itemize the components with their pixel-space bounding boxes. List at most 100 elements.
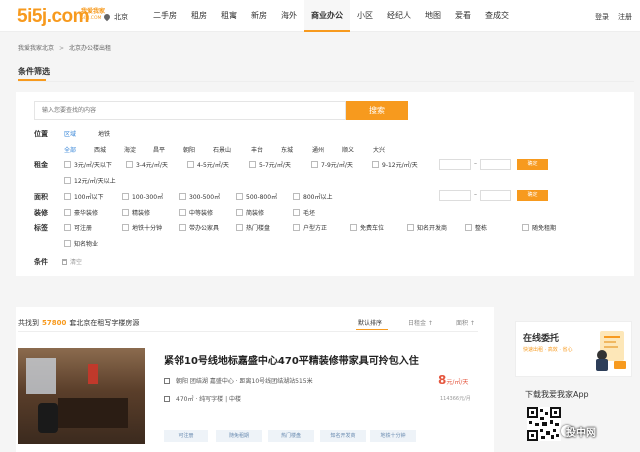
rent-option[interactable]: 12元/㎡/天以上 [64, 176, 116, 185]
search-input[interactable] [34, 101, 346, 120]
rent-max-input[interactable] [480, 159, 511, 170]
tag-option[interactable]: 免费车位 [350, 223, 384, 232]
district-haidian[interactable]: 海淀 [124, 145, 136, 154]
search-button[interactable]: 搜索 [346, 101, 408, 120]
breadcrumb-home[interactable]: 我爱我家北京 [18, 45, 54, 52]
logo-domain: 5I5J.COM [81, 16, 102, 21]
top-header: 5i5j.com 我爱我家 5I5J.COM 北京 二手房 租房 租寓 新房 海… [0, 0, 640, 32]
district-all[interactable]: 全部 [64, 145, 76, 154]
results-prefix: 共找到 [18, 319, 39, 327]
listing-tag: 随免租期 [216, 430, 262, 442]
listing-price: 8元/㎡/天 [438, 373, 468, 387]
watermark-text: 投中网 [566, 428, 596, 439]
area-option[interactable]: 500-800㎡ [236, 192, 277, 201]
tag-option[interactable]: 热门楼盘 [236, 223, 270, 232]
nav-item-zufang[interactable]: 租房 [184, 0, 214, 32]
listing-tag: 知名开发商 [320, 430, 366, 442]
district-changping[interactable]: 昌平 [153, 145, 165, 154]
decoration-option[interactable]: 简装修 [236, 208, 264, 217]
logo-subtitle: 我爱我家 [81, 8, 106, 15]
rent-label: 租金 [34, 161, 48, 169]
area-min-input[interactable] [439, 190, 471, 201]
tag-option[interactable]: 随免租期 [522, 223, 556, 232]
promo-title: 在线委托 [523, 334, 560, 344]
results-divider [18, 331, 478, 332]
photo-desk [58, 398, 128, 428]
district-chaoyang[interactable]: 朝阳 [183, 145, 195, 154]
district-tongzhou[interactable]: 通州 [312, 145, 324, 154]
tag-option[interactable]: 知名开发商 [407, 223, 447, 232]
listing-title[interactable]: 紧邻10号线地标嘉盛中心470平精装修带家具可拎包入住 [164, 352, 419, 367]
nav-item-haiwai[interactable]: 海外 [274, 0, 304, 32]
nav-item-xinfang[interactable]: 新房 [244, 0, 274, 32]
nav-item-commercial[interactable]: 商业办公 [304, 0, 350, 32]
rent-confirm-button[interactable]: 确定 [517, 159, 548, 170]
breadcrumb-separator: > [59, 45, 65, 52]
decoration-option[interactable]: 毛坯 [293, 208, 315, 217]
rent-min-input[interactable] [439, 159, 471, 170]
nav-item-aikan[interactable]: 爱看 [448, 0, 478, 32]
listing-photo[interactable] [18, 348, 145, 444]
rent-option[interactable]: 3元/㎡/天以下 [64, 160, 112, 169]
area-option[interactable]: 100-300㎡ [122, 192, 163, 201]
nav-item-zuyu[interactable]: 租寓 [214, 0, 244, 32]
filter-section-title: 条件筛选 [18, 67, 50, 76]
district-shunyi[interactable]: 顺义 [342, 145, 354, 154]
nav-item-ershoufang[interactable]: 二手房 [146, 0, 184, 32]
location-tab-district[interactable]: 区域 [64, 129, 76, 138]
rent-option[interactable]: 7-9元/㎡/天 [311, 160, 353, 169]
listing-location-text: 朝阳 团结湖 嘉盛中心 · 距离10号线团结湖站515米 [176, 378, 313, 385]
location-tab-subway[interactable]: 地铁 [98, 129, 110, 138]
site-logo[interactable]: 5i5j.com [17, 6, 90, 28]
area-option[interactable]: 300-500㎡ [179, 192, 220, 201]
breadcrumb-current[interactable]: 北京办公楼出租 [69, 45, 111, 52]
district-fengtai[interactable]: 丰台 [251, 145, 263, 154]
area-max-input[interactable] [480, 190, 511, 201]
clear-filters-button[interactable]: 清空 [62, 257, 82, 266]
tag-option[interactable]: 可注册 [64, 223, 92, 232]
promo-subtitle: 快速出租 · 高效 · 省心 [523, 347, 573, 353]
sort-daily-rent[interactable]: 日租金 ↑ [408, 318, 433, 327]
range-dash: – [474, 160, 477, 167]
area-option[interactable]: 800㎡以上 [293, 192, 332, 201]
nav-item-map[interactable]: 地图 [418, 0, 448, 32]
district-dongcheng[interactable]: 东城 [281, 145, 293, 154]
listing-monthly-price: 114366元/月 [440, 396, 471, 402]
tag-option[interactable]: 地铁十分钟 [122, 223, 162, 232]
district-shijingshan[interactable]: 石景山 [213, 145, 231, 154]
decoration-label: 装修 [34, 209, 48, 217]
nav-item-community[interactable]: 小区 [350, 0, 380, 32]
tag-option[interactable]: 带办公家具 [179, 223, 219, 232]
rent-option[interactable]: 5-7元/㎡/天 [249, 160, 291, 169]
listing-details-text: 470㎡ · 纯写字楼 | 中楼 [176, 396, 242, 403]
area-confirm-button[interactable]: 确定 [517, 190, 548, 201]
location-pin-icon [102, 12, 112, 22]
district-xicheng[interactable]: 西城 [94, 145, 106, 154]
sort-active-underline [356, 329, 388, 330]
nav-item-agent[interactable]: 经纪人 [380, 0, 418, 32]
area-option[interactable]: 100㎡以下 [64, 192, 103, 201]
tags-label: 标签 [34, 224, 48, 232]
rent-option[interactable]: 4-5元/㎡/天 [187, 160, 229, 169]
listing-tag: 可注册 [164, 430, 208, 442]
tag-option[interactable]: 整栋 [465, 223, 487, 232]
decoration-option[interactable]: 中等装修 [179, 208, 213, 217]
nav-item-deals[interactable]: 查成交 [478, 0, 516, 32]
sort-default[interactable]: 默认排序 [358, 318, 382, 327]
decoration-option[interactable]: 精装修 [122, 208, 150, 217]
sort-area[interactable]: 面积 ↑ [456, 318, 475, 327]
rent-option[interactable]: 3-4元/㎡/天 [126, 160, 168, 169]
filter-divider [18, 81, 634, 82]
decoration-option[interactable]: 豪华装修 [64, 208, 98, 217]
entrust-illustration-icon [596, 331, 626, 371]
register-link[interactable]: 注册 [618, 12, 632, 22]
conditions-label: 条件 [34, 258, 48, 266]
results-summary: 共找到 57800 套北京在租写字楼房源 [18, 318, 139, 328]
login-link[interactable]: 登录 [595, 12, 609, 22]
rent-option[interactable]: 9-12元/㎡/天 [372, 160, 418, 169]
city-selector[interactable]: 北京 [102, 12, 128, 22]
tag-option[interactable]: 户型方正 [293, 223, 327, 232]
photo-flag [88, 364, 98, 384]
tag-option[interactable]: 知名物业 [64, 239, 98, 248]
district-daxing[interactable]: 大兴 [373, 145, 385, 154]
